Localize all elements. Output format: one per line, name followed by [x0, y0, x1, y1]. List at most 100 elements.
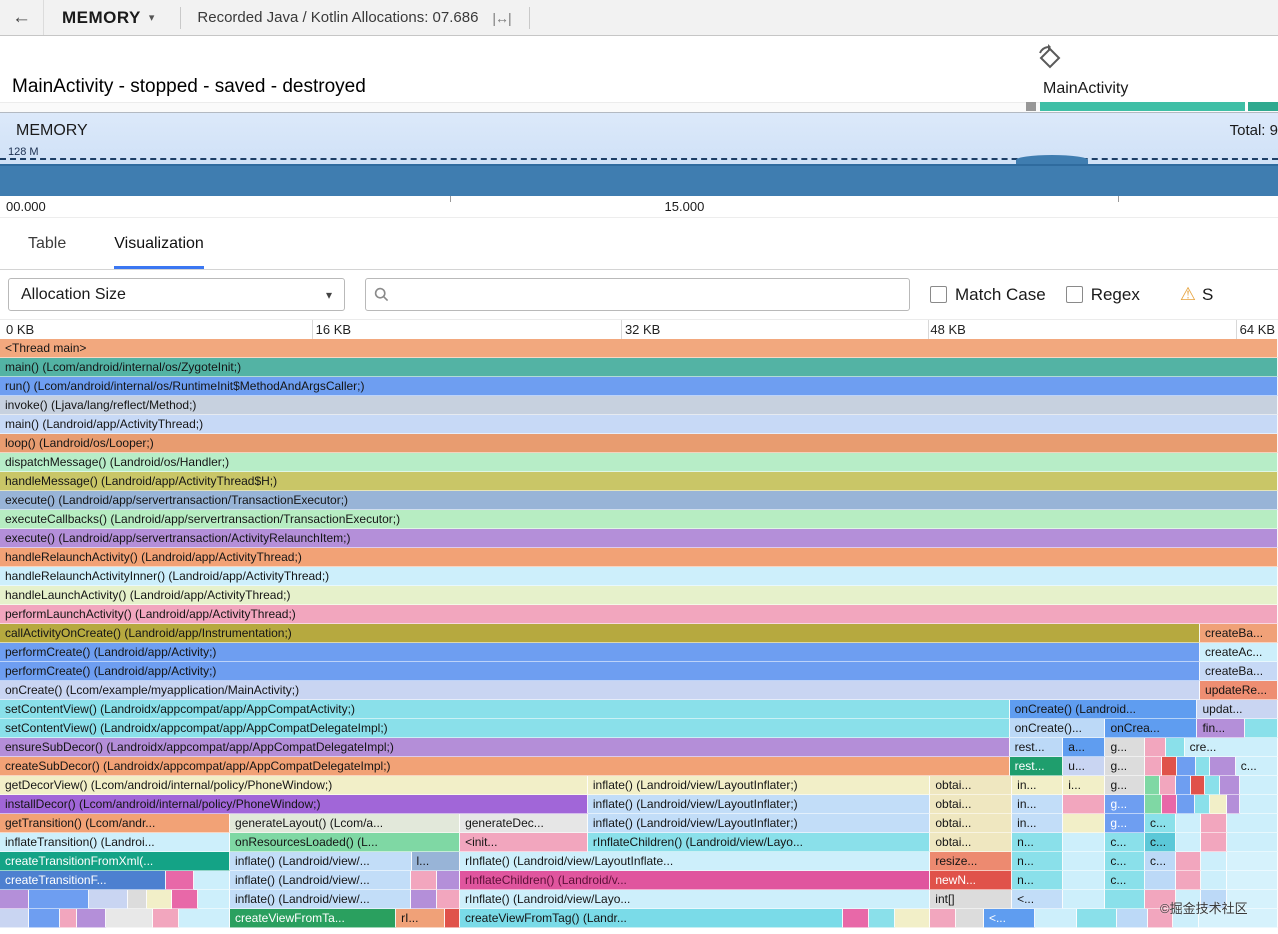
flame-segment[interactable]: resize...: [930, 852, 1012, 871]
flame-segment[interactable]: [1201, 833, 1227, 852]
flame-segment[interactable]: inflate() (Landroid/view/LayoutInflater;…: [588, 776, 931, 795]
flame-segment[interactable]: <...: [984, 909, 1035, 928]
flame-segment[interactable]: [194, 871, 230, 890]
flame-segment[interactable]: [869, 909, 895, 928]
flame-segment[interactable]: [1191, 776, 1205, 795]
flame-segment[interactable]: inflateTransition() (Landroi...: [0, 833, 230, 852]
regex-checkbox[interactable]: Regex: [1066, 285, 1140, 305]
flame-segment[interactable]: [843, 909, 869, 928]
flame-segment[interactable]: [1063, 871, 1105, 890]
flame-segment[interactable]: rInflateChildren() (Landroid/v...: [460, 871, 930, 890]
checkbox-box[interactable]: [1066, 286, 1083, 303]
flame-segment[interactable]: [956, 909, 984, 928]
flame-segment[interactable]: <init...: [460, 833, 588, 852]
flame-segment[interactable]: in...: [1012, 814, 1063, 833]
search-input[interactable]: [395, 285, 901, 305]
flame-segment[interactable]: performCreate() (Landroid/app/Activity;): [0, 662, 1200, 681]
flame-segment[interactable]: i...: [1063, 776, 1105, 795]
flame-segment[interactable]: [172, 890, 198, 909]
flame-segment[interactable]: [29, 890, 89, 909]
flame-segment[interactable]: [77, 909, 106, 928]
flame-segment[interactable]: ensureSubDecor() (Landroidx/appcompat/ap…: [0, 738, 1010, 757]
flame-segment[interactable]: l...: [412, 852, 461, 871]
flame-segment[interactable]: [1195, 795, 1210, 814]
flame-segment[interactable]: [1166, 738, 1185, 757]
flame-segment[interactable]: [1245, 719, 1278, 738]
flame-segment[interactable]: [1177, 795, 1195, 814]
flame-segment[interactable]: performCreate() (Landroid/app/Activity;): [0, 643, 1200, 662]
flame-segment[interactable]: [1227, 871, 1278, 890]
flame-segment[interactable]: updateRe...: [1200, 681, 1278, 700]
flame-segment[interactable]: [437, 871, 460, 890]
fit-to-width-icon[interactable]: |↔|: [492, 10, 510, 26]
flame-segment[interactable]: [1077, 909, 1117, 928]
flame-segment[interactable]: <Thread main>: [0, 339, 1278, 358]
flame-segment[interactable]: [29, 909, 60, 928]
flame-segment[interactable]: execute() (Landroid/app/servertransactio…: [0, 529, 1278, 548]
flame-segment[interactable]: createBa...: [1200, 662, 1278, 681]
flame-segment[interactable]: c...: [1236, 757, 1278, 776]
flame-segment[interactable]: [1145, 738, 1165, 757]
flame-segment[interactable]: [1145, 871, 1176, 890]
flame-segment[interactable]: [1176, 814, 1202, 833]
flame-segment[interactable]: [1201, 871, 1227, 890]
back-button[interactable]: ←: [0, 0, 44, 35]
flame-segment[interactable]: u...: [1063, 757, 1105, 776]
flame-segment[interactable]: obtai...: [930, 833, 1012, 852]
flame-segment[interactable]: [106, 909, 153, 928]
flame-segment[interactable]: rest...: [1010, 757, 1064, 776]
flame-segment[interactable]: onCreate() (Landroid...: [1010, 700, 1198, 719]
flame-segment[interactable]: [1063, 795, 1105, 814]
activity-lifecycle-bar[interactable]: [1040, 102, 1278, 111]
flame-segment[interactable]: [198, 890, 230, 909]
flame-segment[interactable]: cre...: [1185, 738, 1278, 757]
tab-table[interactable]: Table: [28, 235, 66, 269]
flame-segment[interactable]: [1227, 833, 1278, 852]
flame-segment[interactable]: invoke() (Ljava/lang/reflect/Method;): [0, 396, 1278, 415]
flame-segment[interactable]: [411, 871, 437, 890]
flame-segment[interactable]: [1227, 814, 1278, 833]
tab-visualization[interactable]: Visualization: [114, 235, 204, 269]
flame-segment[interactable]: int[]: [930, 890, 1012, 909]
flame-segment[interactable]: callActivityOnCreate() (Landroid/app/Ins…: [0, 624, 1200, 643]
flame-segment[interactable]: setContentView() (Landroidx/appcompat/ap…: [0, 719, 1010, 738]
flame-segment[interactable]: execute() (Landroid/app/servertransactio…: [0, 491, 1278, 510]
flame-segment[interactable]: [1145, 757, 1162, 776]
flame-segment[interactable]: createBa...: [1200, 624, 1278, 643]
flame-segment[interactable]: g...: [1105, 738, 1145, 757]
flame-segment[interactable]: [1240, 795, 1278, 814]
flame-segment[interactable]: [166, 871, 194, 890]
flame-segment[interactable]: c...: [1145, 852, 1176, 871]
flame-segment[interactable]: handleLaunchActivity() (Landroid/app/Act…: [0, 586, 1278, 605]
flame-segment[interactable]: [1240, 776, 1278, 795]
flame-segment[interactable]: obtai...: [930, 795, 1012, 814]
flame-segment[interactable]: handleMessage() (Landroid/app/ActivityTh…: [0, 472, 1278, 491]
flame-segment[interactable]: dispatchMessage() (Landroid/os/Handler;): [0, 453, 1278, 472]
flame-segment[interactable]: setContentView() (Landroidx/appcompat/ap…: [0, 700, 1010, 719]
flame-segment[interactable]: performLaunchActivity() (Landroid/app/Ac…: [0, 605, 1278, 624]
flame-segment[interactable]: in...: [1012, 795, 1063, 814]
flame-segment[interactable]: [1196, 757, 1210, 776]
flame-segment[interactable]: [1177, 757, 1196, 776]
flame-segment[interactable]: onCrea...: [1105, 719, 1197, 738]
flame-segment[interactable]: [1162, 757, 1177, 776]
flame-segment[interactable]: [1063, 852, 1105, 871]
profiler-mode-dropdown[interactable]: MEMORY: [62, 8, 141, 28]
flame-segment[interactable]: c...: [1145, 833, 1176, 852]
flame-segment[interactable]: onCreate()...: [1010, 719, 1106, 738]
flame-segment[interactable]: c...: [1105, 833, 1145, 852]
flame-segment[interactable]: [1162, 795, 1177, 814]
flame-segment[interactable]: obtai...: [930, 814, 1012, 833]
flame-segment[interactable]: createViewFromTag() (Landr...: [460, 909, 843, 928]
flame-segment[interactable]: obtai...: [930, 776, 1012, 795]
search-box[interactable]: [365, 278, 910, 311]
flame-segment[interactable]: c...: [1105, 871, 1145, 890]
flame-segment[interactable]: [1201, 814, 1227, 833]
flame-segment[interactable]: n...: [1012, 852, 1063, 871]
flame-segment[interactable]: main() (Landroid/app/ActivityThread;): [0, 415, 1278, 434]
flame-segment[interactable]: installDecor() (Lcom/android/internal/po…: [0, 795, 588, 814]
flame-segment[interactable]: [1105, 890, 1145, 909]
flame-segment[interactable]: [1063, 890, 1105, 909]
flame-segment[interactable]: generateDec...: [460, 814, 588, 833]
flame-segment[interactable]: [1227, 795, 1240, 814]
